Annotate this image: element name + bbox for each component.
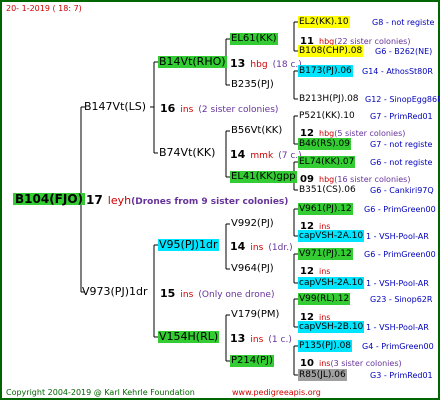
gen4-origin: G6 - PrimGreen00 <box>364 250 436 259</box>
gen3-queen[interactable]: EL41(KK)gpp <box>230 171 297 183</box>
gen3-queen[interactable]: V179(PM) <box>230 309 280 321</box>
gen2-d-info: 13 ins (1 c.) <box>230 331 292 346</box>
gen2-d-queen[interactable]: V154H(RL) <box>158 331 220 343</box>
gen4-origin: 1 - VSH-Pool-AR <box>366 279 429 288</box>
gen3-info: 12 ins <box>300 263 330 278</box>
gen3-note: (5 sister colonies) <box>334 129 406 138</box>
gen1-top-ins: ins <box>180 105 194 115</box>
gen2-d-note: (1 c.) <box>268 335 292 345</box>
root-num: 17 <box>86 193 103 207</box>
gen4-queen[interactable]: B46(RS).09 <box>298 138 351 150</box>
gen2-a-num: 13 <box>230 57 246 70</box>
gen4-origin: 1 - VSH-Pool-AR <box>366 232 429 241</box>
gen2-c-ins: ins <box>250 243 264 253</box>
gen4-origin: G12 - SinopEgg86R <box>365 95 440 104</box>
gen4-origin: G7 - PrimRed01 <box>370 112 433 121</box>
gen4-queen[interactable]: B173(PJ).06 <box>298 65 353 77</box>
gen1-top-note: (2 sister colonies) <box>198 105 279 115</box>
gen4-origin: G23 - Sinop62R <box>370 295 433 304</box>
gen3-queen[interactable]: EL61(KK) <box>230 33 278 45</box>
gen4-queen[interactable]: capVSH-2A.10 <box>298 277 365 289</box>
gen3-info: 10 ins(3 sister colonies) <box>300 355 402 370</box>
gen4-origin: G6 - PrimGreen00 <box>364 205 436 214</box>
gen1-bottom-info: 15 ins (Only one drone) <box>160 286 274 301</box>
gen2-a-queen[interactable]: B14Vt(RHO) <box>158 56 227 68</box>
gen4-queen[interactable]: EL2(KK).10 <box>298 16 350 28</box>
gen4-queen[interactable]: V961(PJ).12 <box>298 203 353 215</box>
gen3-note: (3 sister colonies) <box>330 359 402 368</box>
gen2-d-ins: ins <box>250 335 264 345</box>
gen2-b-ins: mmk <box>250 151 274 161</box>
gen4-origin: G7 - not registe <box>370 140 433 149</box>
gen1-bottom-queen[interactable]: V973(PJ)1dr <box>82 286 147 298</box>
gen1-bottom-ins: ins <box>180 290 194 300</box>
pedigree-frame: 20- 1-2019 ( 18: 7) Copyright 2004-2019 … <box>0 0 440 400</box>
gen4-origin: G6 - not registe <box>370 158 433 167</box>
gen4-origin: G14 - AthosSt80R <box>362 67 433 76</box>
gen3-num: 12 <box>300 266 314 277</box>
website-link[interactable]: www.pedigreeapis.org <box>232 387 321 399</box>
gen2-a-info: 13 hbg (18 c.) <box>230 56 302 71</box>
gen4-queen[interactable]: B351(CS).06 <box>298 184 357 196</box>
gen4-origin: G6 - Cankiri97Q <box>370 186 434 195</box>
gen4-queen[interactable]: B213H(PJ).08 <box>298 93 360 105</box>
gen3-queen[interactable]: V992(PJ) <box>230 218 275 230</box>
gen2-d-num: 13 <box>230 332 246 345</box>
gen2-b-num: 14 <box>230 148 246 161</box>
gen4-queen[interactable]: B108(CHP).08 <box>298 45 364 57</box>
gen3-ins: hbg <box>319 175 335 184</box>
gen3-num: 10 <box>300 358 314 369</box>
gen2-b-info: 14 mmk (7 c.) <box>230 147 302 162</box>
gen4-queen[interactable]: V971(PJ).12 <box>298 248 353 260</box>
gen3-queen[interactable]: V964(PJ) <box>230 263 275 275</box>
root-queen[interactable]: B104(FJO) <box>13 193 86 205</box>
gen3-ins: hbg <box>319 129 335 138</box>
gen4-origin: G3 - PrimRed01 <box>370 371 433 380</box>
gen2-a-ins: hbg <box>250 60 268 70</box>
gen1-bottom-note: (Only one drone) <box>198 290 275 300</box>
gen2-c-note: (1dr.) <box>268 243 293 253</box>
gen2-b-queen[interactable]: B74Vt(KK) <box>158 147 216 159</box>
gen4-queen[interactable]: P521(KK).10 <box>298 110 356 122</box>
root-note: (Drones from 9 sister colonies) <box>131 197 289 207</box>
gen3-ins: ins <box>319 359 331 368</box>
gen4-origin: 1 - VSH-Pool-AR <box>366 323 429 332</box>
gen4-queen[interactable]: EL74(KK).07 <box>298 156 356 168</box>
date-stamp: 20- 1-2019 ( 18: 7) <box>6 4 82 13</box>
gen2-c-queen[interactable]: V95(PJ)1dr <box>158 239 219 251</box>
gen4-origin: G4 - PrimGreen00 <box>362 342 434 351</box>
gen1-top-queen[interactable]: B147Vt(LS) <box>84 101 146 113</box>
gen4-queen[interactable]: P135(PJ).08 <box>298 340 353 352</box>
gen3-queen[interactable]: B235(PJ) <box>230 79 275 91</box>
gen3-queen[interactable]: B56Vt(KK) <box>230 125 283 137</box>
gen2-c-num: 14 <box>230 240 246 253</box>
gen4-queen[interactable]: V99(RL).12 <box>298 293 351 305</box>
gen4-origin: G8 - not registe <box>372 18 435 27</box>
gen4-queen[interactable]: R85(JL).06 <box>298 369 347 381</box>
root-ins: leyh <box>107 194 132 207</box>
root-info: 17 leyh(Drones from 9 sister colonies) <box>86 193 288 208</box>
gen3-note: (16 sister colonies) <box>334 175 411 184</box>
gen4-queen[interactable]: capVSH-2A.10 <box>298 230 365 242</box>
gen1-top-info: 16 ins (2 sister colonies) <box>160 101 278 116</box>
copyright-text: Copyright 2004-2019 @ Karl Kehrle Founda… <box>6 388 195 397</box>
gen3-ins: ins <box>319 267 331 276</box>
gen4-origin: G6 - B262(NE) <box>375 47 433 56</box>
gen3-queen[interactable]: P214(PJ) <box>230 355 274 367</box>
gen1-top-num: 16 <box>160 102 176 115</box>
gen4-queen[interactable]: capVSH-2B.10 <box>298 321 365 333</box>
gen2-c-info: 14 ins (1dr.) <box>230 239 293 254</box>
gen1-bottom-num: 15 <box>160 287 176 300</box>
